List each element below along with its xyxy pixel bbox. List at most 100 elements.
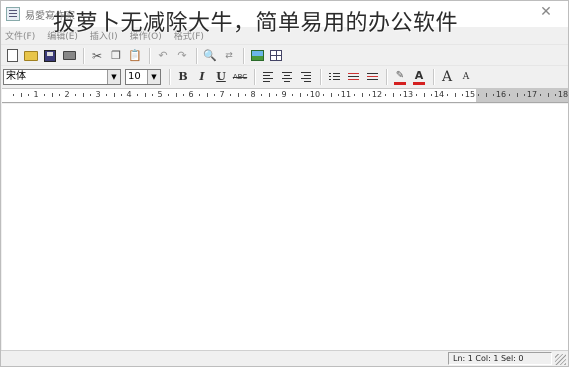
align-center-button[interactable] xyxy=(278,68,296,86)
paste-icon: 📋 xyxy=(128,49,142,62)
ruler-tick xyxy=(477,94,479,96)
insert-table-icon xyxy=(270,50,282,61)
insert-table-button[interactable] xyxy=(267,47,285,65)
ruler-tick xyxy=(555,94,557,96)
toolbar-separator xyxy=(196,47,197,64)
ruler-tick xyxy=(268,93,270,97)
ruler-number: 7 xyxy=(219,90,225,99)
menu-file[interactable]: 文件(F) xyxy=(5,29,35,42)
chevron-down-icon[interactable]: ▼ xyxy=(147,69,160,84)
standard-toolbar: ✂ ❐ 📋 ↶ ↷ 🔍 ⇄ xyxy=(1,44,568,66)
ruler-tick xyxy=(454,93,456,97)
find-button[interactable]: 🔍 xyxy=(201,47,219,65)
save-icon xyxy=(44,49,56,62)
toolbar-separator xyxy=(433,68,434,85)
font-color-bar xyxy=(413,81,425,85)
ruler-tick xyxy=(493,94,495,96)
ruler-number: 5 xyxy=(157,90,163,99)
ruler-tick xyxy=(260,94,262,96)
ruler-tick xyxy=(167,94,169,96)
align-left-icon xyxy=(263,71,273,82)
print-button[interactable] xyxy=(60,47,78,65)
ruler-tick xyxy=(423,93,425,97)
align-right-icon xyxy=(301,71,311,82)
close-button[interactable]: ✕ xyxy=(538,4,554,20)
ruler-tick xyxy=(206,93,208,97)
paste-button[interactable]: 📋 xyxy=(126,47,144,65)
decrease-indent-button[interactable] xyxy=(344,68,362,86)
ruler-tick xyxy=(229,94,231,96)
toolbar-separator xyxy=(320,68,321,85)
redo-button[interactable]: ↷ xyxy=(173,47,191,65)
ruler-tick xyxy=(338,94,340,96)
copy-icon: ❐ xyxy=(111,49,121,62)
chevron-down-icon[interactable]: ▼ xyxy=(107,69,120,84)
ruler-number: 14 xyxy=(433,90,445,99)
align-right-button[interactable] xyxy=(297,68,315,86)
ruler-tick xyxy=(330,93,332,97)
document-editor[interactable] xyxy=(2,104,568,350)
cut-button[interactable]: ✂ xyxy=(88,47,106,65)
copy-button[interactable]: ❐ xyxy=(107,47,125,65)
strikethrough-button[interactable]: ABC xyxy=(231,68,249,86)
resize-grip-icon[interactable] xyxy=(555,354,566,365)
undo-button[interactable]: ↶ xyxy=(154,47,172,65)
open-folder-icon xyxy=(24,50,38,61)
ruler-tick xyxy=(121,94,123,96)
ruler-number: 2 xyxy=(64,90,70,99)
italic-button[interactable]: I xyxy=(193,68,211,86)
ruler-tick xyxy=(291,94,293,96)
ruler-tick xyxy=(516,93,518,97)
ruler-tick xyxy=(28,94,30,96)
shrink-font-button[interactable]: A xyxy=(457,68,475,86)
ruler-tick xyxy=(485,93,487,97)
ruler-tick xyxy=(361,93,363,97)
grow-font-button[interactable]: A xyxy=(438,68,456,86)
font-name-select[interactable]: 宋体 ▼ xyxy=(3,68,121,85)
ruler-number: 8 xyxy=(250,90,256,99)
increase-indent-button[interactable] xyxy=(363,68,381,86)
ruler-tick xyxy=(152,94,154,96)
ruler-number: 9 xyxy=(281,90,287,99)
ruler-number: 12 xyxy=(371,90,383,99)
ruler-tick xyxy=(51,93,53,97)
toolbar-separator xyxy=(169,68,170,85)
toolbar-separator xyxy=(386,68,387,85)
ruler-number: 6 xyxy=(188,90,194,99)
print-icon xyxy=(62,51,76,60)
redo-icon: ↷ xyxy=(177,49,187,62)
insert-image-icon xyxy=(250,50,264,61)
app-window: 易愛寫作家 ✕ 拔萝卜无减除大牛，简单易用的办公软件 文件(F) 编辑(E) 插… xyxy=(0,0,569,367)
ruler-tick xyxy=(446,94,448,96)
ruler-tick xyxy=(353,94,355,96)
ruler-tick xyxy=(415,94,417,96)
font-name-value: 宋体 xyxy=(6,70,26,82)
save-button[interactable] xyxy=(41,47,59,65)
insert-image-button[interactable] xyxy=(248,47,266,65)
ruler-tick xyxy=(369,94,371,96)
font-size-select[interactable]: 10 ▼ xyxy=(125,68,161,85)
ruler-tick xyxy=(113,93,115,97)
highlight-button[interactable]: ✎ xyxy=(391,68,409,86)
font-size-value: 10 xyxy=(128,70,141,82)
ruler-number: 18 xyxy=(557,90,568,99)
bold-button[interactable]: B xyxy=(174,68,192,86)
undo-icon: ↶ xyxy=(158,49,168,62)
new-document-button[interactable] xyxy=(3,47,21,65)
replace-button[interactable]: ⇄ xyxy=(220,47,238,65)
underline-button[interactable]: U xyxy=(212,68,230,86)
bullet-list-icon xyxy=(328,73,340,80)
ruler-tick xyxy=(59,94,61,96)
ruler-tick xyxy=(82,93,84,97)
open-button[interactable] xyxy=(22,47,40,65)
font-color-button[interactable]: A xyxy=(410,68,428,86)
align-left-button[interactable] xyxy=(259,68,277,86)
ruler-tick xyxy=(136,94,138,96)
decrease-indent-icon xyxy=(347,73,359,80)
ruler-number: 11 xyxy=(340,90,352,99)
ruler-tick xyxy=(539,94,541,96)
bullet-list-button[interactable] xyxy=(325,68,343,86)
ruler-tick xyxy=(508,94,510,96)
ruler[interactable]: 1 2 3 4 5 6 7 8 9 10 11 12 13 14 15 16 17 18 xyxy=(2,88,568,103)
toolbar-separator xyxy=(149,47,150,64)
